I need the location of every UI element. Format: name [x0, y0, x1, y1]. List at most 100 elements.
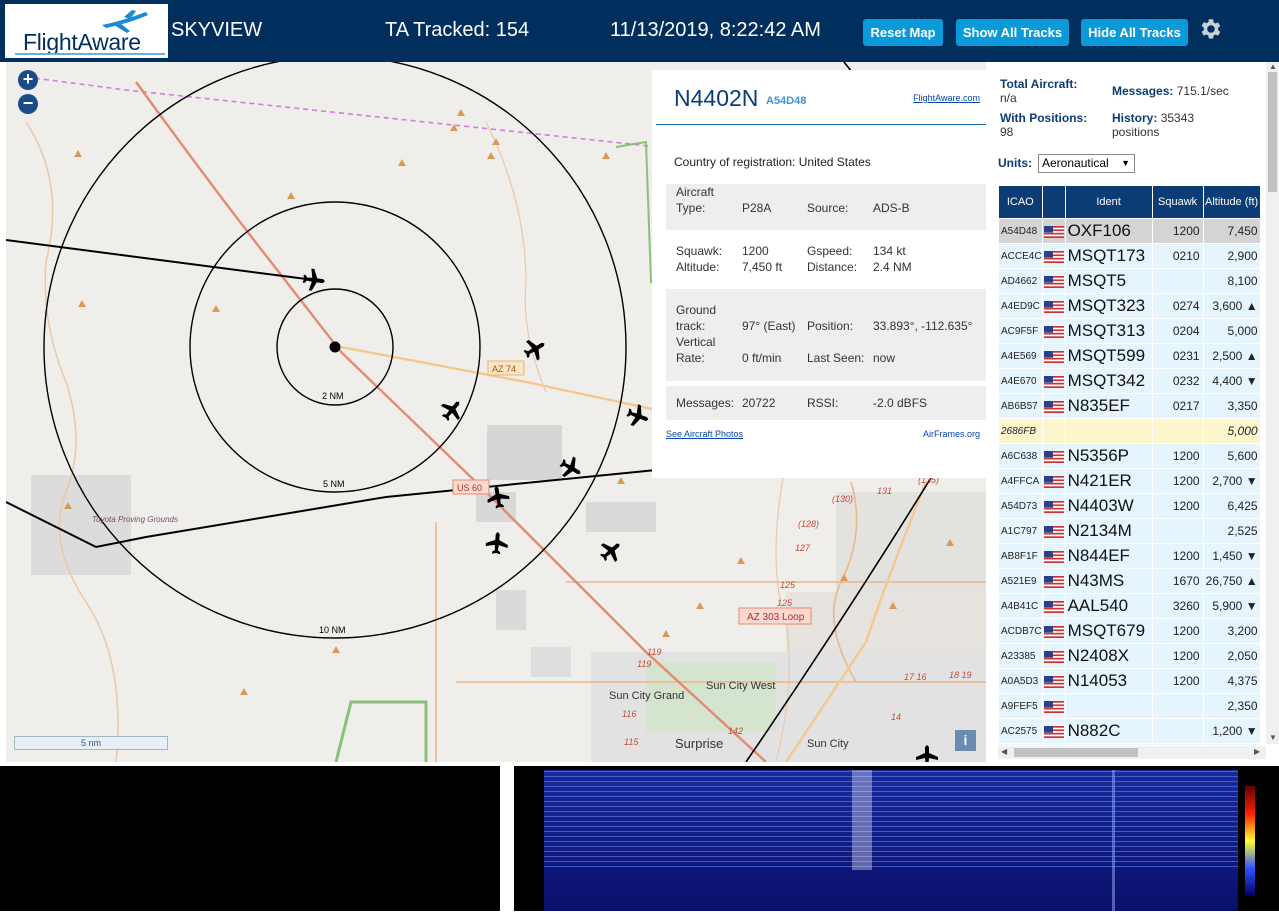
table-row[interactable]: AC9F5F MSQT313 0204 5,000 [999, 319, 1260, 343]
show-all-tracks-button[interactable]: Show All Tracks [956, 19, 1069, 46]
total-aircraft-value: n/a [1000, 91, 1017, 105]
table-row[interactable]: AB8F1F N844EF 1200 1,450 ▼ [999, 544, 1260, 568]
table-row[interactable]: A521E9 N43MS 1670 26,750 ▲ [999, 569, 1260, 593]
table-row[interactable]: A4B41C AAL540 3260 5,900 ▼ [999, 594, 1260, 618]
waterfall-signal-lines [544, 770, 1238, 870]
scroll-up-arrow-icon[interactable]: ▲ [1269, 62, 1277, 71]
place-sun-city: Sun City [807, 738, 849, 750]
horizontal-scroll-thumb[interactable] [1014, 748, 1138, 757]
table-row[interactable]: A7C633 AAL1808200413,825 ▼ [999, 744, 1260, 745]
column-header-altitude[interactable]: Altitude (ft) [1203, 186, 1260, 218]
az74-label: AZ 74 [492, 364, 516, 374]
tracked-count: TA Tracked: 154 [385, 19, 530, 41]
cell-squawk: 0210 [1152, 244, 1203, 268]
speed-section: Squawk: 1200 Gspeed: 134 kt Altitude: 7,… [666, 236, 986, 280]
road-number: 115 [624, 737, 639, 747]
aircraft-photos-link[interactable]: See Aircraft Photos [666, 429, 743, 439]
ground-track-value: 97° (East) [742, 319, 796, 333]
map-block [487, 425, 562, 480]
history-unit: positions [1112, 125, 1160, 139]
horizontal-scrollbar[interactable]: ◀ ▶ [998, 746, 1266, 759]
units-select[interactable]: Aeronautical ▼ [1038, 154, 1135, 173]
cell-squawk: 2004 [1152, 744, 1203, 745]
ground-track-label-2: track: [676, 319, 706, 333]
type-section: Aircraft Type: P28A Source: ADS-B [666, 184, 986, 230]
table-row[interactable]: AD4662 MSQT5 8,100 [999, 269, 1260, 293]
cell-ident: N421ER [1065, 469, 1152, 493]
aircraft-icon[interactable] [485, 531, 509, 555]
table-row[interactable]: A4FFCA N421ER 1200 2,700 ▼ [999, 469, 1260, 493]
column-header-flag[interactable] [1042, 186, 1065, 218]
flightaware-link[interactable]: FlightAware.com [913, 93, 980, 103]
cell-ident: N2408X [1065, 644, 1152, 668]
messages-value: 20722 [742, 396, 776, 410]
table-row[interactable]: 2686FB 5,000 [999, 419, 1260, 443]
scroll-left-arrow-icon[interactable]: ◀ [1001, 747, 1007, 756]
map-block [531, 647, 571, 677]
table-row[interactable]: A4ED9C MSQT323 0274 3,600 ▲ [999, 294, 1260, 318]
flightaware-logo[interactable]: FlightAware [5, 4, 168, 58]
table-row[interactable]: A0A5D3 N14053 1200 4,375 [999, 669, 1260, 693]
zoom-out-icon[interactable]: − [18, 94, 38, 114]
aircraft-type-value: P28A [742, 201, 772, 215]
distance-label: Distance: [807, 260, 858, 274]
urban-area [836, 492, 986, 592]
aircraft-icon[interactable] [436, 394, 468, 426]
table-row[interactable]: A9FEF5 2,350 [999, 694, 1260, 718]
park-boundary [334, 700, 428, 762]
table-row[interactable]: A54D73 N4403W 1200 6,425 [999, 494, 1260, 518]
reset-map-button[interactable]: Reset Map [863, 19, 943, 46]
table-row[interactable]: AC2575 N882C 1,200 ▼ [999, 719, 1260, 743]
hide-all-tracks-button[interactable]: Hide All Tracks [1081, 19, 1188, 46]
column-header-icao[interactable]: ICAO [999, 186, 1042, 218]
table-row[interactable]: A54D48 OXF106 1200 7,450 [999, 219, 1260, 243]
squawk-value: 1200 [742, 244, 769, 258]
gear-icon[interactable] [1197, 16, 1223, 42]
aircraft-icon[interactable] [301, 267, 327, 293]
cell-icao: ACDB7C [999, 619, 1042, 643]
table-row[interactable]: ACCE4C MSQT173 0210 2,900 [999, 244, 1260, 268]
aircraft-icon[interactable] [595, 535, 627, 567]
cell-flag [1042, 244, 1065, 268]
cell-altitude: 2,050 [1203, 644, 1260, 668]
gspeed-value: 134 kt [873, 244, 906, 258]
table-row[interactable]: A23385 N2408X 1200 2,050 [999, 644, 1260, 668]
us-flag-icon [1043, 400, 1064, 413]
vertical-scrollbar[interactable]: ▲ ▼ [1266, 62, 1279, 744]
table-row[interactable]: A4E569 MSQT599 0231 2,500 ▲ [999, 344, 1260, 368]
column-header-squawk[interactable]: Squawk [1152, 186, 1203, 218]
info-icon[interactable]: i [955, 730, 976, 751]
selected-icao[interactable]: A54D48 [766, 95, 806, 107]
scroll-down-arrow-icon[interactable]: ▼ [1269, 733, 1277, 742]
cell-icao: ACCE4C [999, 244, 1042, 268]
us-flag-icon [1043, 625, 1064, 638]
ground-track-label-1: Ground [676, 303, 717, 317]
cell-altitude: 3,200 [1203, 619, 1260, 643]
aircraft-table-container[interactable]: ICAO Ident Squawk Altitude (ft) A54D48 OX… [998, 185, 1264, 745]
table-row[interactable]: A6C638 N5356P 1200 5,600 [999, 444, 1260, 468]
vertical-scroll-thumb[interactable] [1268, 72, 1277, 192]
cell-squawk [1152, 269, 1203, 293]
road-number: 142 [728, 726, 743, 736]
table-row[interactable]: A1C797 N2134M 2,525 [999, 519, 1260, 543]
zoom-in-icon[interactable]: + [18, 70, 38, 90]
aircraft-icon[interactable] [623, 401, 653, 431]
messages-section: Messages: 20722 RSSI: -2.0 dBFS [666, 386, 986, 420]
waterfall-canvas [544, 770, 1255, 911]
airframes-link[interactable]: AirFrames.org [923, 429, 980, 439]
toyota-line: Toyota Proving Grounds [92, 515, 178, 524]
cell-flag [1042, 669, 1065, 693]
table-row[interactable]: AB6B57 N835EF 0217 3,350 [999, 394, 1260, 418]
aircraft-type-label-2: Type: [676, 201, 706, 215]
waterfall-center-band [852, 770, 872, 870]
column-header-ident[interactable]: Ident [1065, 186, 1152, 218]
cell-icao: A6C638 [999, 444, 1042, 468]
table-row[interactable]: ACDB7C MSQT679 1200 3,200 [999, 619, 1260, 643]
cell-icao: A9FEF5 [999, 694, 1042, 718]
table-row[interactable]: A4E670 MSQT342 0232 4,400 ▼ [999, 369, 1260, 393]
scroll-right-arrow-icon[interactable]: ▶ [1254, 747, 1260, 756]
cell-icao: AC9F5F [999, 319, 1042, 343]
road-number: (128) [798, 519, 819, 529]
vertical-rate-label-2: Rate: [676, 351, 705, 365]
az303-label: AZ 303 Loop [747, 612, 805, 623]
